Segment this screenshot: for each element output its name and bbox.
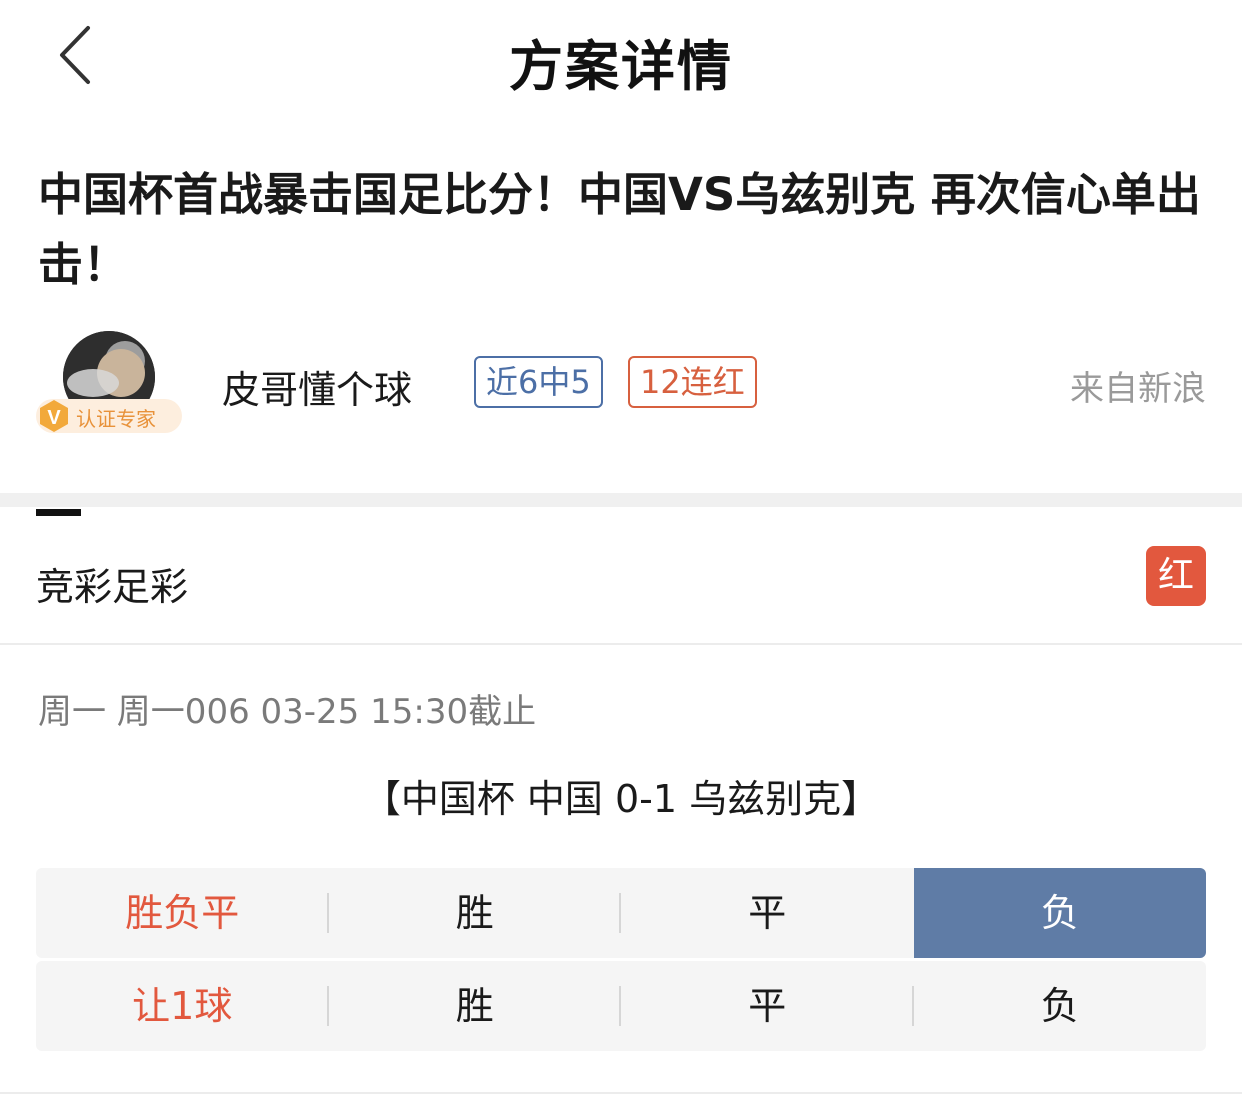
- divider: [0, 643, 1242, 645]
- match-deadline: 周一 周一006 03-25 15:30截止: [38, 692, 537, 732]
- option-label: 平: [748, 891, 787, 935]
- navbar: 方案详情: [0, 0, 1242, 110]
- bet-row-win-draw-lose: 胜负平 胜 平 负: [36, 868, 1206, 958]
- result-badge: 红: [1146, 546, 1206, 606]
- source-label: 来自新浪: [1070, 369, 1206, 409]
- option-label: 胜: [455, 984, 494, 1028]
- match-title: 【中国杯 中国 0-1 乌兹别克】: [362, 777, 880, 821]
- article-title: 中国杯首战暴击国足比分！中国VS乌兹别克 再次信心单出击！: [38, 168, 1201, 291]
- bet-row-handicap: 让1球 胜 平 负: [36, 961, 1206, 1051]
- section-title: 竞彩足彩: [36, 565, 189, 609]
- bet-option-lose[interactable]: 负: [913, 868, 1206, 958]
- page-title: 方案详情: [509, 35, 733, 98]
- certification-label: 认证专家: [76, 407, 156, 431]
- bet-option-draw[interactable]: 平: [621, 961, 914, 1051]
- author-name[interactable]: 皮哥懂个球: [222, 359, 412, 414]
- svg-text:V: V: [47, 407, 61, 429]
- record-tag: 近6中5: [474, 356, 603, 408]
- bet-row-label: 胜负平: [36, 868, 329, 958]
- author-row: V 认证专家 皮哥懂个球 近6中5 12连红 来自新浪: [0, 325, 1242, 445]
- option-label: 负: [1040, 891, 1079, 935]
- bet-option-win[interactable]: 胜: [329, 868, 621, 958]
- streak-tag: 12连红: [628, 356, 757, 408]
- option-label: 负: [1040, 984, 1079, 1028]
- bet-option-lose[interactable]: 负: [914, 961, 1207, 1051]
- certified-expert-badge: V 认证专家: [36, 399, 182, 433]
- option-label: 平: [748, 984, 787, 1028]
- bet-type-label: 让1球: [132, 984, 233, 1028]
- section-marker: [36, 509, 81, 516]
- bet-type-label: 胜负平: [125, 891, 240, 935]
- bet-option-win[interactable]: 胜: [329, 961, 621, 1051]
- section-divider: [0, 493, 1242, 507]
- plan-detail-page: 方案详情 中国杯首战暴击国足比分！中国VS乌兹别克 再次信心单出击！ V 认证专…: [0, 0, 1242, 1094]
- bet-row-label: 让1球: [36, 961, 329, 1051]
- bet-option-draw[interactable]: 平: [621, 868, 914, 958]
- verified-v-icon: V: [36, 398, 72, 434]
- option-label: 胜: [455, 891, 494, 935]
